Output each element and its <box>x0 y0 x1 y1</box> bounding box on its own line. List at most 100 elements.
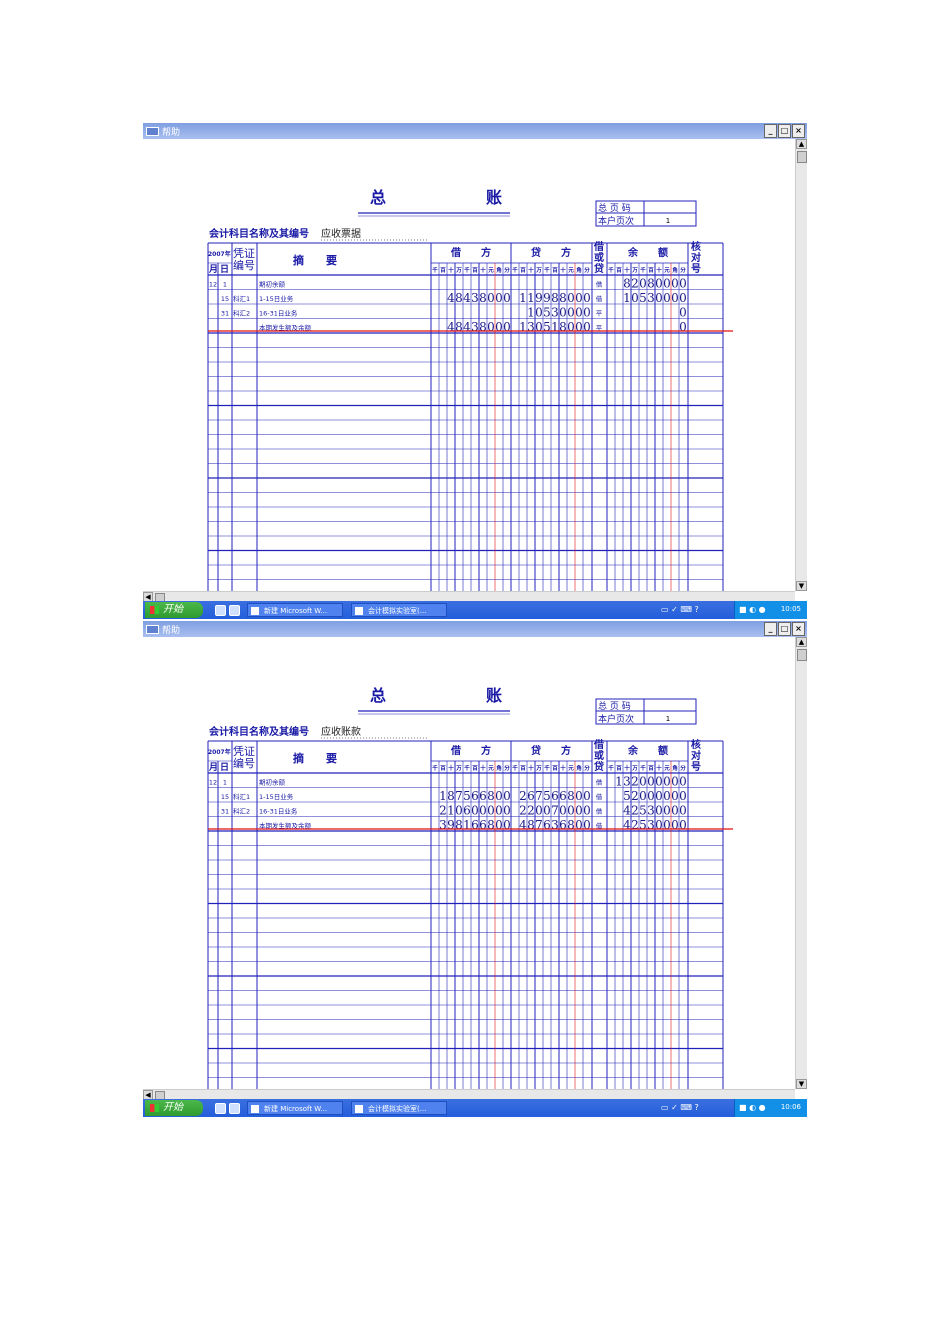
restore-button[interactable]: □ <box>778 622 791 636</box>
check-label-char: 号 <box>691 263 701 275</box>
digit-unit-label: 角 <box>496 764 502 772</box>
row-balance-digit: 0 <box>647 789 655 803</box>
row-debit-digit: 3 <box>471 320 479 334</box>
digit-unit-label: 分 <box>680 764 686 772</box>
minimize-button[interactable]: _ <box>764 622 777 636</box>
app-icon <box>355 607 363 615</box>
digit-unit-label: 万 <box>455 765 462 772</box>
taskbar-item-word[interactable]: 新建 Microsoft W... <box>247 1101 343 1115</box>
row-dc: 借 <box>596 807 603 816</box>
row-credit-digit: 1 <box>527 306 535 320</box>
digit-unit-label: 百 <box>520 764 526 772</box>
row-credit-digit: 0 <box>583 320 591 334</box>
scroll-thumb[interactable] <box>797 151 807 163</box>
row-debit-digit: 4 <box>463 291 471 305</box>
start-button[interactable]: 开始 <box>145 602 203 618</box>
close-button[interactable]: × <box>792 124 805 138</box>
row-balance-digit: 3 <box>647 291 655 305</box>
tray-icons: ■ ◐ ● <box>739 605 766 614</box>
row-summary: 1-15日业务 <box>259 294 294 303</box>
row-balance-digit: 0 <box>671 277 679 291</box>
row-balance-digit: 5 <box>639 291 647 305</box>
scroll-down-icon[interactable]: ▼ <box>796 581 807 591</box>
digit-unit-label: 元 <box>664 765 670 772</box>
day-label: 日 <box>220 762 229 773</box>
digit-unit-label: 百 <box>616 266 622 274</box>
desktop-icon[interactable] <box>229 1103 240 1114</box>
digit-unit-label: 千 <box>464 266 470 274</box>
row-credit-digit: 0 <box>567 291 575 305</box>
row-dc: 借 <box>596 778 603 787</box>
row-credit-digit: 8 <box>559 291 567 305</box>
row-balance-digit: 0 <box>679 775 687 789</box>
digit-unit-label: 十 <box>560 266 566 274</box>
row-debit-digit: 8 <box>447 789 455 803</box>
row-credit-digit: 3 <box>551 306 559 320</box>
row-credit-digit: 7 <box>551 804 559 818</box>
row-debit-digit: 0 <box>503 291 511 305</box>
taskbar-item-accounting[interactable]: 会计模拟实验室(... <box>351 1101 447 1115</box>
screenshot-2: 帮助 _ □ × 总 账总 页 码本户页次 1 会计科目名称及其编号 应收账款 2007年… <box>143 621 807 1117</box>
ie-icon[interactable] <box>215 1103 226 1114</box>
system-tray: ■ ◐ ● 10:05 <box>734 601 807 619</box>
minimize-button[interactable]: _ <box>764 124 777 138</box>
row-credit-digit: 2 <box>519 804 527 818</box>
digit-unit-label: 十 <box>480 266 486 274</box>
digit-unit-label: 十 <box>560 764 566 772</box>
dc-label-char: 借 <box>593 738 604 751</box>
digit-unit-label: 千 <box>640 266 646 274</box>
row-balance-digit: 1 <box>623 291 631 305</box>
clock: 10:05 <box>780 605 801 613</box>
digit-unit-label: 万 <box>535 267 542 274</box>
row-balance-digit: 0 <box>679 306 687 320</box>
taskbar-item-word[interactable]: 新建 Microsoft W... <box>247 603 343 617</box>
row-balance-digit: 0 <box>671 789 679 803</box>
ledger-title-char: 账 <box>486 686 502 705</box>
digit-unit-label: 分 <box>584 266 590 274</box>
scroll-down-icon[interactable]: ▼ <box>796 1079 807 1089</box>
ledger-title-char: 总 <box>370 686 386 705</box>
scroll-thumb[interactable] <box>797 649 807 661</box>
row-balance-digit: 5 <box>639 804 647 818</box>
row-credit-digit: 1 <box>527 291 535 305</box>
vertical-scrollbar[interactable]: ▲ ▼ <box>795 637 807 1089</box>
row-balance-digit: 0 <box>679 804 687 818</box>
digit-unit-label: 分 <box>680 266 686 274</box>
row-credit-digit: 7 <box>535 818 543 832</box>
scroll-up-icon[interactable]: ▲ <box>796 637 807 647</box>
dc-label-char: 贷 <box>593 262 604 275</box>
month-label: 月 <box>208 762 218 773</box>
digit-unit-label: 十 <box>624 266 630 274</box>
close-button[interactable]: × <box>792 622 805 636</box>
row-debit-digit: 0 <box>471 804 479 818</box>
restore-button[interactable]: □ <box>778 124 791 138</box>
row-balance-digit: 5 <box>639 818 647 832</box>
row-debit-digit: 3 <box>439 818 447 832</box>
row-dc: 平 <box>596 310 603 318</box>
row-debit-digit: 8 <box>479 320 487 334</box>
voucher-label: 编号 <box>233 258 255 272</box>
digit-unit-label: 万 <box>631 765 638 772</box>
row-month: 12 <box>209 779 217 787</box>
digit-unit-label: 角 <box>672 764 678 772</box>
row-credit-digit: 2 <box>527 804 535 818</box>
row-balance-digit: 0 <box>655 291 663 305</box>
digit-unit-label: 百 <box>616 764 622 772</box>
word-icon <box>251 1105 259 1113</box>
ie-icon[interactable] <box>215 605 226 616</box>
row-credit-digit: 2 <box>519 789 527 803</box>
taskbar-item-accounting[interactable]: 会计模拟实验室(... <box>351 603 447 617</box>
vertical-scrollbar[interactable]: ▲ ▼ <box>795 139 807 591</box>
row-balance-digit: 0 <box>679 789 687 803</box>
summary-label: 摘 要 <box>293 751 337 765</box>
row-credit-digit: 0 <box>575 818 583 832</box>
row-debit-digit: 7 <box>455 789 463 803</box>
row-debit-digit: 8 <box>479 291 487 305</box>
row-summary: 期初余额 <box>259 778 286 787</box>
start-button[interactable]: 开始 <box>145 1100 203 1116</box>
desktop-icon[interactable] <box>229 605 240 616</box>
row-credit-digit: 0 <box>575 804 583 818</box>
scroll-up-icon[interactable]: ▲ <box>796 139 807 149</box>
ledger-sheet: 总 账总 页 码本户页次 1 会计科目名称及其编号 应收票据 2007年月 日凭证编号 摘 要… <box>207 188 733 591</box>
row-credit-digit: 3 <box>551 818 559 832</box>
